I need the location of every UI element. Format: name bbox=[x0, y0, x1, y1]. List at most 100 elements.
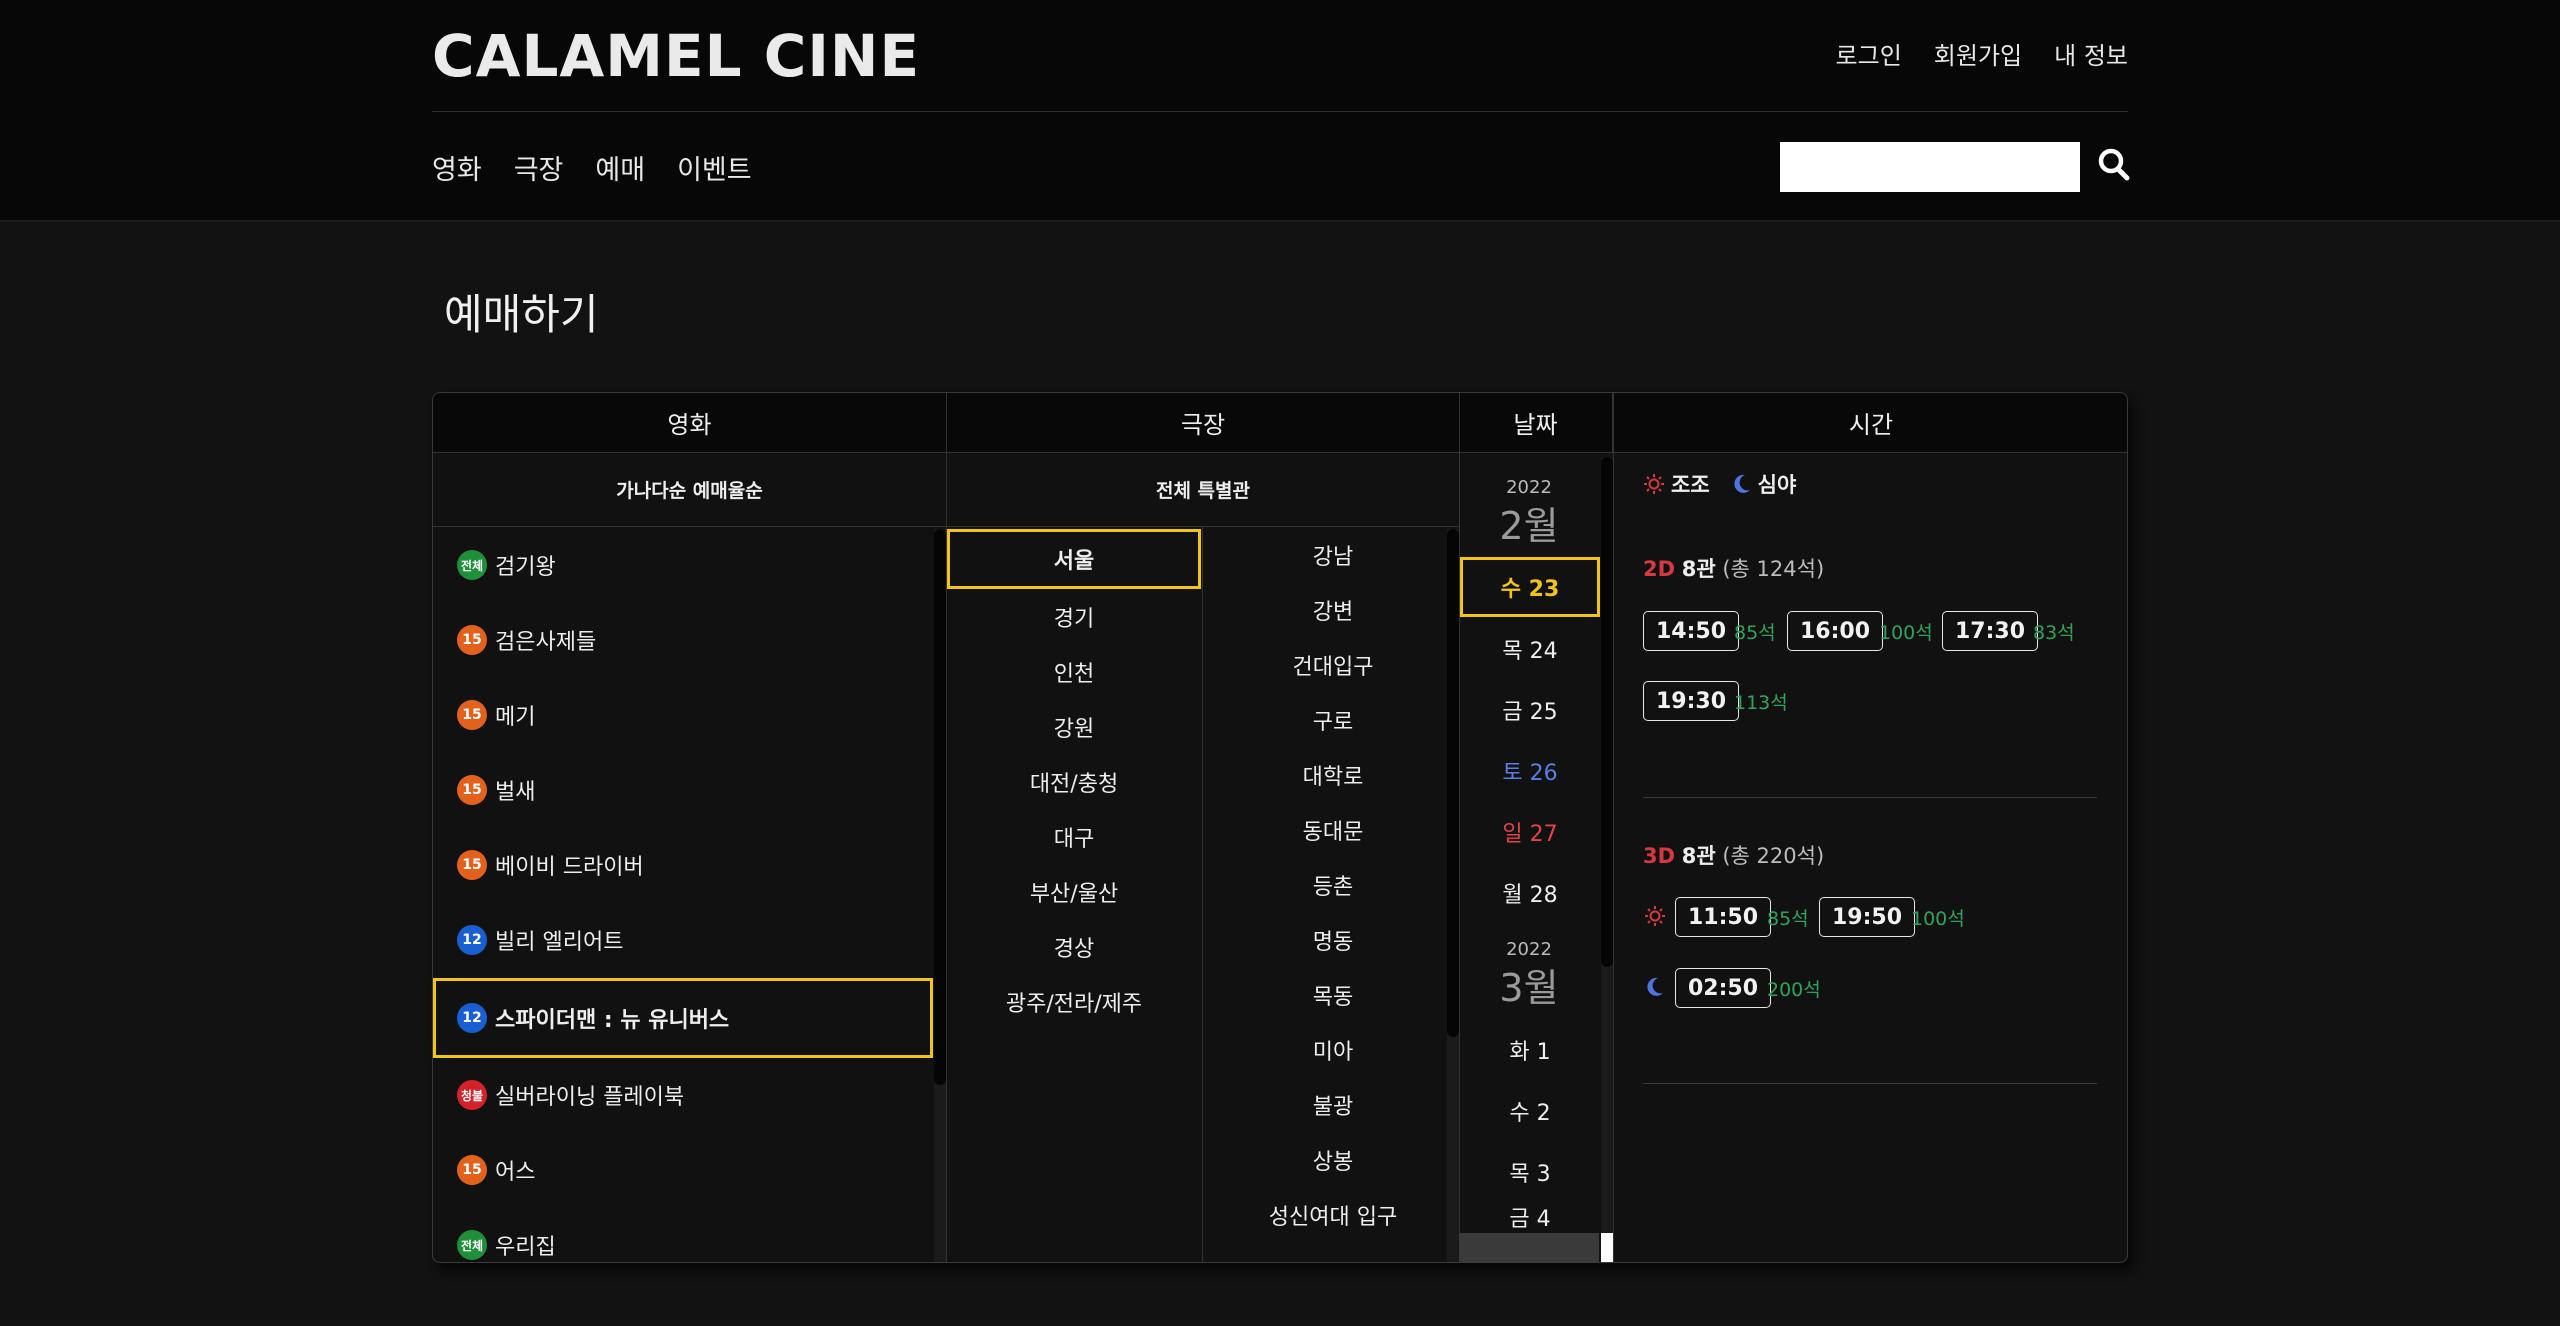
movie-title: 어스 bbox=[495, 1160, 536, 1185]
movie-list-scroll-thumb[interactable] bbox=[934, 529, 946, 1085]
theater-item[interactable]: 강변 bbox=[1203, 583, 1463, 637]
theater-item[interactable]: 목동 bbox=[1203, 968, 1463, 1022]
user-menu: 로그인 회원가입 내 정보 bbox=[1836, 36, 2128, 71]
hall-title: 2D 8관 (총 124석) bbox=[1643, 553, 1824, 583]
theater-item[interactable]: 대학로 bbox=[1203, 748, 1463, 802]
theater-item[interactable]: 불광 bbox=[1203, 1078, 1463, 1132]
theater-item[interactable]: 미아 bbox=[1203, 1023, 1463, 1077]
morning-legend: 조조 bbox=[1643, 469, 1710, 499]
seat-count: 85석 bbox=[1767, 908, 1809, 930]
signup-link[interactable]: 회원가입 bbox=[1934, 36, 2022, 71]
movie-item[interactable]: 15 메기 bbox=[433, 683, 933, 747]
rating-18-badge: 청불 bbox=[457, 1080, 487, 1110]
date-item[interactable]: 금 4 bbox=[1460, 1203, 1600, 1233]
hall-name: 8관 bbox=[1681, 844, 1716, 868]
theater-item[interactable]: 상봉 bbox=[1203, 1133, 1463, 1187]
search-button[interactable] bbox=[2096, 145, 2132, 185]
date-list-scroll-thumb[interactable] bbox=[1601, 457, 1613, 967]
movie-sort-tabs[interactable]: 가나다순 예매율순 bbox=[433, 453, 946, 527]
date-item[interactable]: 수 2 bbox=[1460, 1081, 1600, 1141]
nav-booking[interactable]: 예매 bbox=[595, 148, 645, 187]
nav-theaters[interactable]: 극장 bbox=[514, 148, 564, 187]
date-item[interactable]: 목 24 bbox=[1460, 619, 1600, 679]
movie-item[interactable]: 15 어스 bbox=[433, 1138, 933, 1202]
region-item[interactable]: 인천 bbox=[947, 644, 1201, 700]
late-night-legend: 심야 bbox=[1732, 469, 1797, 499]
date-month: 3월 bbox=[1499, 966, 1559, 1010]
date-item-selected[interactable]: 수 23 bbox=[1460, 557, 1600, 617]
region-item-selected[interactable]: 서울 bbox=[947, 529, 1201, 589]
showtime-button[interactable]: 16:00 bbox=[1787, 611, 1884, 651]
hall-title: 3D 8관 (총 220석) bbox=[1643, 840, 1824, 870]
theater-item[interactable]: 성신여대 입구 bbox=[1203, 1188, 1463, 1242]
page-title: 예매하기 bbox=[444, 290, 599, 339]
region-item[interactable]: 부산/울산 bbox=[947, 864, 1201, 920]
my-info-link[interactable]: 내 정보 bbox=[2054, 36, 2128, 71]
theater-item[interactable]: 명동 bbox=[1203, 913, 1463, 967]
movie-column-header: 영화 bbox=[433, 393, 947, 453]
date-item[interactable]: 금 25 bbox=[1460, 680, 1600, 740]
region-item[interactable]: 경기 bbox=[947, 589, 1201, 645]
movie-item-selected[interactable]: 12 스파이더맨 : 뉴 유니버스 bbox=[433, 978, 933, 1058]
site-logo[interactable]: CALAMEL CINE bbox=[432, 22, 920, 90]
nav-events[interactable]: 이벤트 bbox=[677, 148, 752, 187]
region-item[interactable]: 경상 bbox=[947, 919, 1201, 975]
movie-title: 베이비 드라이버 bbox=[495, 855, 644, 880]
date-column-header: 날짜 bbox=[1459, 393, 1613, 453]
showtime-button[interactable]: 11:50 bbox=[1675, 897, 1772, 937]
showtime-button[interactable]: 19:30 bbox=[1643, 681, 1740, 721]
search-input[interactable] bbox=[1780, 142, 2080, 192]
date-item[interactable]: 월 28 bbox=[1460, 863, 1600, 923]
rating-15-badge: 15 bbox=[457, 1155, 487, 1185]
late-night-indicator bbox=[1643, 975, 1667, 999]
date-item-sunday[interactable]: 일 27 bbox=[1460, 802, 1600, 862]
theater-item[interactable]: 강남 bbox=[1203, 528, 1463, 582]
site-header: CALAMEL CINE 로그인 회원가입 내 정보 영화 극장 예매 이벤트 bbox=[0, 0, 2560, 222]
region-item[interactable]: 강원 bbox=[947, 699, 1201, 755]
date-scroll-button[interactable] bbox=[1459, 1233, 1599, 1262]
date-scroll-arrow[interactable] bbox=[1601, 1233, 1613, 1262]
showtime-button[interactable]: 17:30 bbox=[1942, 611, 2039, 651]
showtime-button[interactable]: 14:50 bbox=[1643, 611, 1740, 651]
sun-icon bbox=[1644, 474, 1664, 494]
rating-15-badge: 15 bbox=[457, 775, 487, 805]
theater-item[interactable]: 등촌 bbox=[1203, 858, 1463, 912]
movie-item[interactable]: 12 빌리 엘리어트 bbox=[433, 908, 933, 972]
movie-item[interactable]: 전체 우리집 bbox=[433, 1213, 933, 1262]
movie-item[interactable]: 전체 검기왕 bbox=[433, 533, 933, 597]
theater-item[interactable]: 구로 bbox=[1203, 693, 1463, 747]
time-legend: 조조 심야 bbox=[1643, 469, 1796, 499]
region-item[interactable]: 대전/충청 bbox=[947, 754, 1201, 810]
seat-count: 100석 bbox=[1911, 908, 1965, 930]
sun-icon bbox=[1645, 906, 1665, 926]
seat-count: 83석 bbox=[2033, 622, 2075, 644]
movie-title: 검기왕 bbox=[495, 555, 556, 580]
showtime-button[interactable]: 02:50 bbox=[1675, 968, 1772, 1008]
theater-column-header: 극장 bbox=[947, 393, 1460, 453]
nav-movies[interactable]: 영화 bbox=[432, 148, 482, 187]
movie-title: 빌리 엘리어트 bbox=[495, 930, 624, 955]
hall-total-seats: (총 124석) bbox=[1722, 557, 1825, 581]
rating-15-badge: 15 bbox=[457, 850, 487, 880]
main-nav: 영화 극장 예매 이벤트 bbox=[432, 148, 752, 187]
theater-list-scroll-thumb[interactable] bbox=[1447, 529, 1459, 1037]
seat-count: 113석 bbox=[1734, 692, 1788, 714]
movie-item[interactable]: 15 베이비 드라이버 bbox=[433, 833, 933, 897]
movie-item[interactable]: 15 벌새 bbox=[433, 758, 933, 822]
movie-title: 검은사제들 bbox=[495, 630, 597, 655]
theater-item[interactable]: 동대문 bbox=[1203, 803, 1463, 857]
movie-item[interactable]: 청불 실버라이닝 플레이북 bbox=[433, 1063, 933, 1127]
showtime-button[interactable]: 19:50 bbox=[1819, 897, 1916, 937]
late-night-label: 심야 bbox=[1757, 473, 1797, 497]
date-item-saturday[interactable]: 토 26 bbox=[1460, 741, 1600, 801]
theater-item[interactable]: 건대입구 bbox=[1203, 638, 1463, 692]
date-item[interactable]: 목 3 bbox=[1460, 1142, 1600, 1202]
login-link[interactable]: 로그인 bbox=[1836, 36, 1902, 71]
movie-item[interactable]: 15 검은사제들 bbox=[433, 608, 933, 672]
theater-filter-tabs[interactable]: 전체 특별관 bbox=[947, 453, 1459, 527]
region-item[interactable]: 광주/전라/제주 bbox=[947, 974, 1201, 1030]
rating-all-badge: 전체 bbox=[457, 550, 487, 580]
region-item[interactable]: 대구 bbox=[947, 809, 1201, 865]
date-item[interactable]: 화 1 bbox=[1460, 1020, 1600, 1080]
seat-count: 200석 bbox=[1767, 979, 1821, 1001]
